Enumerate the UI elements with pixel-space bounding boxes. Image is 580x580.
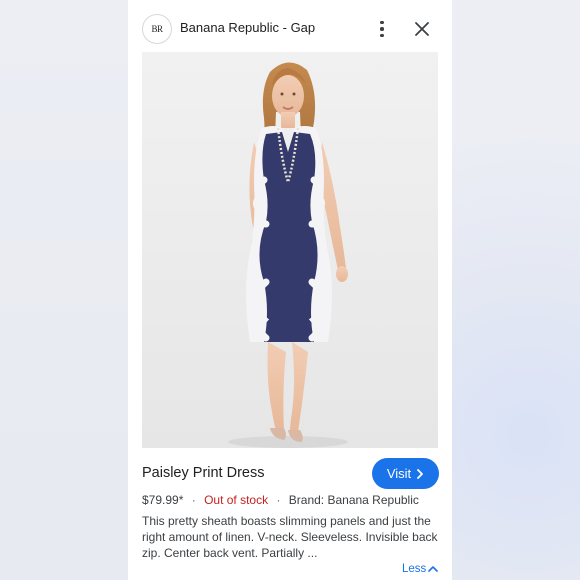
dress-photo xyxy=(142,52,438,448)
site-name[interactable]: Banana Republic - Gap xyxy=(180,20,315,35)
chevron-right-icon xyxy=(417,468,424,479)
less-button[interactable]: Less xyxy=(402,563,439,575)
product-card: BR Banana Republic - Gap Paisley Print D… xyxy=(128,0,452,580)
product-title[interactable]: Paisley Print Dress xyxy=(142,465,264,481)
product-meta: $79.99* · Out of stock · Brand: Banana R… xyxy=(142,493,419,507)
stock-status: Out of stock xyxy=(204,493,269,507)
product-description: This pretty sheath boasts slimming panel… xyxy=(142,514,438,560)
background-right xyxy=(452,0,580,580)
visit-label: Visit xyxy=(386,466,412,481)
brand-label: Brand: Banana Republic xyxy=(288,493,419,507)
separator-dot: · xyxy=(276,493,281,507)
more-vert-icon[interactable] xyxy=(374,18,390,40)
background-left xyxy=(0,0,128,580)
close-icon[interactable] xyxy=(413,20,431,38)
brand-logo: BR xyxy=(142,14,172,44)
card-header: BR Banana Republic - Gap xyxy=(128,0,452,56)
product-image[interactable] xyxy=(142,52,438,448)
less-label: Less xyxy=(402,563,427,575)
chevron-up-icon xyxy=(428,566,439,572)
price: $79.99* xyxy=(142,493,184,507)
separator-dot: · xyxy=(191,493,196,507)
visit-button[interactable]: Visit xyxy=(372,458,439,489)
